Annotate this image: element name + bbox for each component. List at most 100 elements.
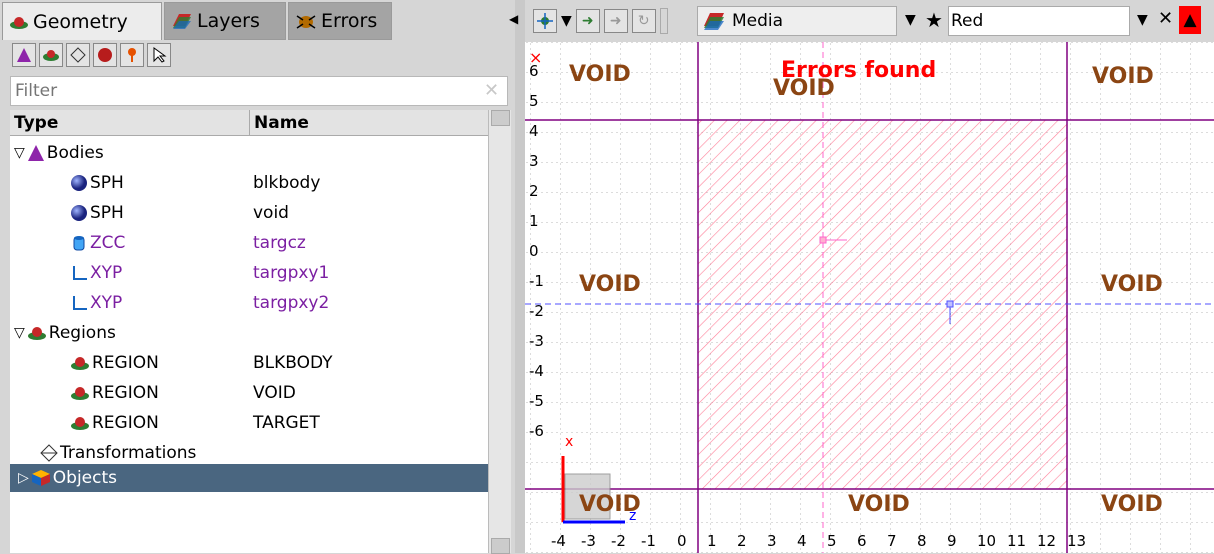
expand-icon[interactable]: ▽ [14, 325, 25, 341]
void-label: VOID [569, 62, 631, 87]
tree-row[interactable]: XYP targpxy2 [10, 288, 488, 318]
tree-node-bodies[interactable]: ▽ Bodies [10, 138, 488, 168]
tree-row[interactable]: REGION BLKBODY [10, 348, 488, 378]
scroll-down-icon[interactable] [491, 538, 510, 554]
viewer-svg [525, 42, 1214, 553]
filter-input[interactable] [10, 76, 508, 106]
collapse-left-icon[interactable]: ◀ [509, 12, 518, 26]
origin-button[interactable] [533, 9, 557, 33]
dropdown-arrow-icon[interactable]: ▼ [561, 13, 572, 29]
x-tick-label: 1 [707, 532, 717, 550]
media-dropdown-icon[interactable]: ▼ [905, 12, 916, 28]
tree-scrollbar[interactable] [488, 110, 511, 554]
y-tick-label: -5 [529, 392, 544, 410]
clear-filter-icon[interactable]: ✕ [484, 80, 499, 101]
x-tick-label: 12 [1037, 532, 1057, 550]
arrow-left-icon: ➜ [581, 13, 594, 29]
expand-icon[interactable]: ▷ [18, 470, 29, 486]
pointer-icon [153, 47, 167, 63]
x-tick-label: -4 [551, 532, 566, 550]
layers-icon [173, 14, 191, 29]
geometry-tree: Type Name ▽ Bodies SPH blkbody SPH void … [10, 110, 488, 553]
x-tick-label: 4 [797, 532, 807, 550]
tab-geometry[interactable]: Geometry [2, 2, 162, 40]
transformation-icon [40, 444, 58, 462]
row-name: blkbody [253, 173, 321, 193]
warning-icon: ▲ [1183, 10, 1197, 30]
expand-icon[interactable]: ▽ [14, 145, 25, 161]
tab-errors[interactable]: Errors [288, 2, 392, 40]
y-tick-label: 3 [529, 152, 539, 170]
viewer-toolbar: ▼ ➜ ➜ ↻ Media ▼ ★ Red ▼ ✕ ▲ [525, 0, 1214, 42]
tree-row[interactable]: XYP targpxy1 [10, 258, 488, 288]
row-type: REGION [92, 413, 159, 433]
tab-label: Geometry [33, 10, 128, 33]
forward-button[interactable]: ➜ [603, 9, 628, 33]
color-field[interactable]: Red [948, 6, 1130, 36]
refresh-icon: ↻ [637, 13, 650, 29]
row-name: targcz [253, 233, 306, 253]
row-name: void [253, 203, 289, 223]
select-pointer-button[interactable] [147, 43, 171, 67]
blue-marker[interactable] [946, 300, 954, 308]
row-type: REGION [92, 383, 159, 403]
geometry-panel: Geometry Layers Errors ✕ Type Name ▽ Bod… [0, 0, 511, 554]
plane-icon [73, 266, 87, 280]
tree-row[interactable]: REGION TARGET [10, 408, 488, 438]
region-icon [71, 357, 89, 370]
clear-icon[interactable]: ✕ [1158, 8, 1173, 29]
error-indicator-button[interactable]: ▲ [1179, 6, 1201, 34]
x-tick-label: 3 [767, 532, 777, 550]
tree-node-objects[interactable]: ▷ Objects [10, 464, 488, 492]
region-icon [27, 327, 46, 340]
back-button[interactable]: ➜ [575, 9, 600, 33]
x-tick-label: 0 [677, 532, 687, 550]
tree-row[interactable]: REGION VOID [10, 378, 488, 408]
body-icon [27, 145, 44, 161]
triangle-icon [17, 48, 31, 62]
object-filter-button[interactable] [93, 43, 117, 67]
tree-row[interactable]: SPH blkbody [10, 168, 488, 198]
x-tick-label: 10 [977, 532, 997, 550]
material-filter-button[interactable] [120, 43, 144, 67]
pink-marker[interactable] [819, 236, 827, 244]
refresh-button[interactable]: ↻ [631, 9, 656, 33]
row-name: targpxy1 [253, 263, 330, 283]
splitter[interactable]: ◀ [509, 0, 525, 553]
tab-layers[interactable]: Layers [164, 2, 286, 40]
cylinder-icon [73, 236, 85, 251]
region-icon [71, 387, 89, 400]
x-tick-label: 13 [1067, 532, 1087, 550]
x-tick-label: 7 [887, 532, 897, 550]
column-header-name[interactable]: Name [250, 110, 488, 136]
region-filter-button[interactable] [39, 43, 63, 67]
y-tick-label: 6 [529, 62, 539, 80]
plane-icon [73, 296, 87, 310]
y-tick-label: 0 [529, 242, 539, 260]
color-value: Red [951, 11, 984, 31]
tree-row[interactable]: SPH void [10, 198, 488, 228]
scroll-up-icon[interactable] [491, 110, 510, 126]
media-label: Media [732, 11, 784, 31]
tab-label: Errors [321, 10, 378, 32]
y-tick-label: -2 [529, 302, 544, 320]
tree-row[interactable]: ZCC targcz [10, 228, 488, 258]
tree-node-regions[interactable]: ▽ Regions [10, 318, 488, 348]
color-dropdown-icon[interactable]: ▼ [1137, 12, 1148, 28]
geometry-viewer[interactable]: x z VOID VOID VOID VOID VOID VOID VOID V… [525, 42, 1214, 553]
row-type: XYP [90, 263, 123, 283]
x-tick-label: 9 [947, 532, 957, 550]
media-select[interactable]: Media [697, 6, 897, 36]
row-name: VOID [253, 383, 296, 403]
column-header-type[interactable]: Type [10, 110, 250, 136]
transformation-filter-button[interactable] [66, 43, 90, 67]
node-label: Objects [52, 468, 118, 488]
row-type: XYP [90, 293, 123, 313]
x-tick-label: 6 [857, 532, 867, 550]
star-icon[interactable]: ★ [925, 8, 943, 32]
row-type: REGION [92, 353, 159, 373]
body-filter-button[interactable] [12, 43, 36, 67]
y-tick-label: 2 [529, 182, 539, 200]
void-label: VOID [848, 492, 910, 517]
sphere-icon [71, 205, 87, 221]
